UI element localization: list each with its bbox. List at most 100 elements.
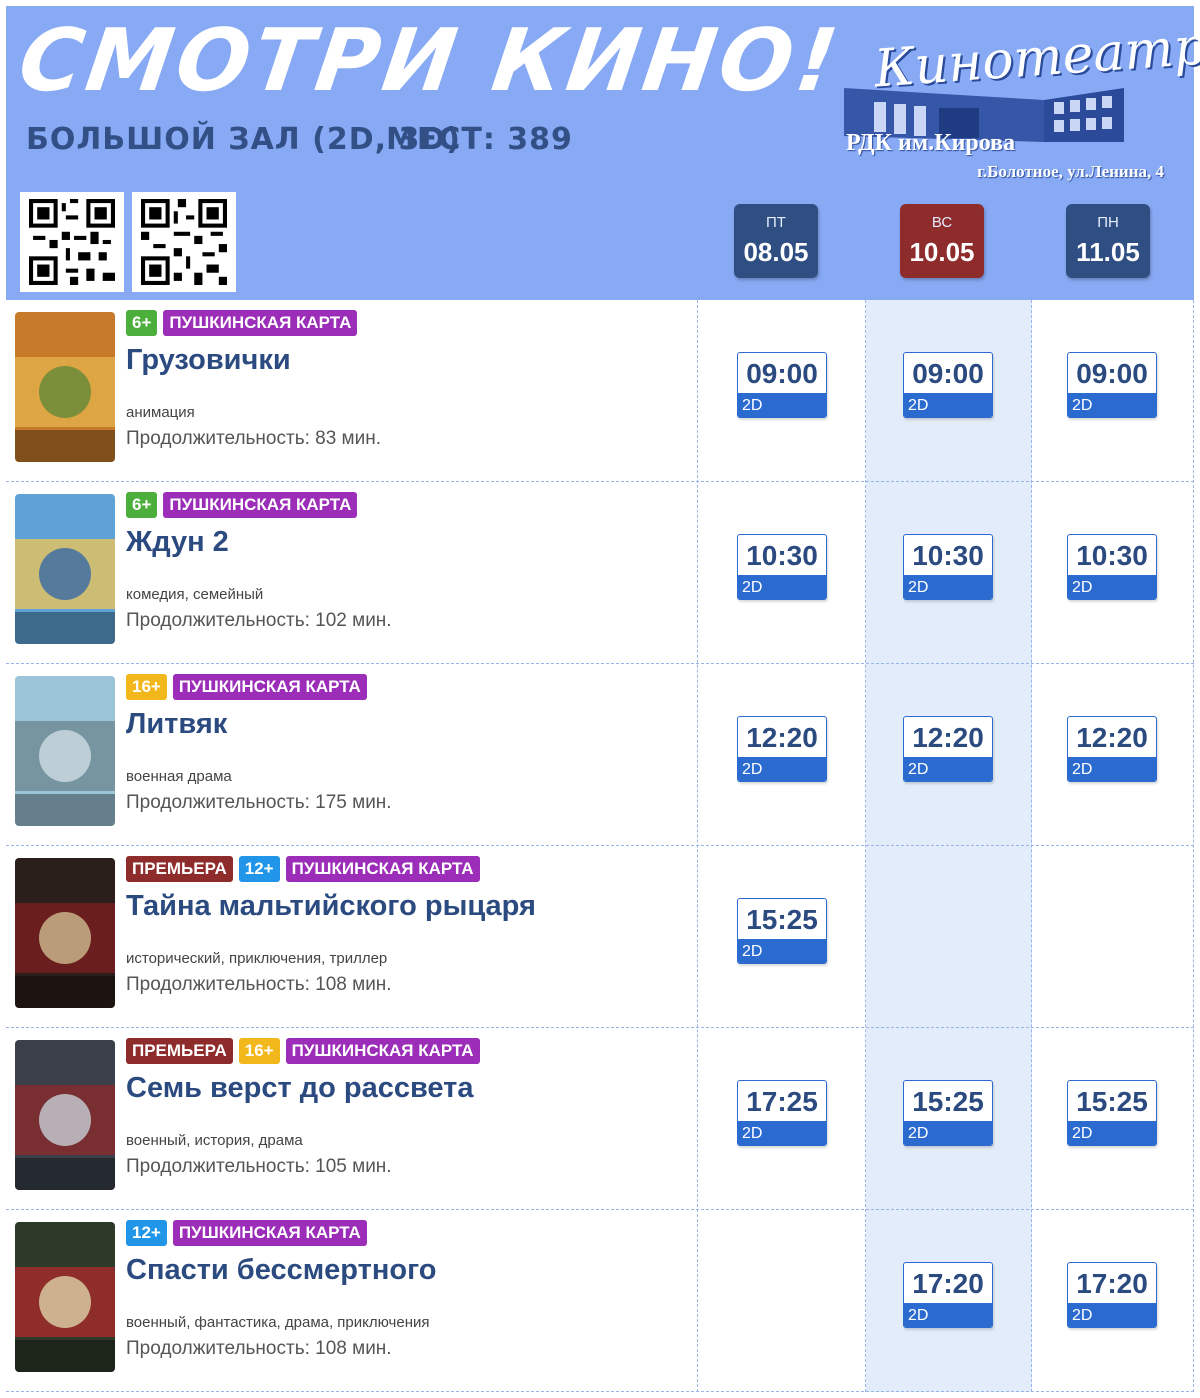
showtime-format: 2D [1068,575,1156,599]
showtime-button[interactable]: 09:00 2D [903,352,993,418]
showtime-format: 2D [904,1303,992,1327]
movie-genre: военный, история, драма [126,1132,303,1149]
showtime-time: 12:20 [746,722,818,753]
pushkin-card-badge: ПУШКИНСКАЯ КАРТА [163,492,358,518]
showtime-time: 12:20 [1076,722,1148,753]
premiere-badge: ПРЕМЬЕРА [126,856,233,882]
poster-image [15,312,115,462]
movie-duration: Продолжительность: 108 мин. [126,974,392,995]
day-of-week: ВС [931,214,953,231]
showtime-button[interactable]: 12:20 2D [1067,716,1157,782]
pushkin-card-badge: ПУШКИНСКАЯ КАРТА [172,1220,367,1246]
showtime-button[interactable]: 15:25 2D [737,898,827,964]
movie-title[interactable]: Грузовички [126,344,291,377]
movie-genre: комедия, семейный [126,586,264,603]
movie-poster[interactable] [15,1040,115,1190]
badge-group: ПРЕМЬЕРА 12+ ПУШКИНСКАЯ КАРТА [126,856,480,882]
movie-row: ПРЕМЬЕРА 16+ ПУШКИНСКАЯ КАРТА Семь верст до… [6,1028,1194,1210]
movie-poster[interactable] [15,312,115,462]
age-rating-badge: 12+ [126,1220,167,1246]
movie-title[interactable]: Семь верст до рассвета [126,1072,474,1105]
movie-poster[interactable] [15,1222,115,1372]
showtime-button[interactable]: 10:30 2D [903,534,993,600]
schedule-grid: 6+ ПУШКИНСКАЯ КАРТА Грузовички анимация Прод… [6,300,1194,1392]
cinema-name: РДК им.Кирова [846,130,1016,156]
movie-poster[interactable] [15,494,115,644]
movie-row: 16+ ПУШКИНСКАЯ КАРТА Литвяк военная драма Пр… [6,664,1194,846]
showtime-button[interactable]: 15:25 2D [1067,1080,1157,1146]
day-date: 10.05 [909,237,975,267]
showtime-button[interactable]: 17:20 2D [1067,1262,1157,1328]
showtime-button[interactable]: 12:20 2D [903,716,993,782]
day-header: ПТ 08.05 [734,204,818,278]
badge-group: 12+ ПУШКИНСКАЯ КАРТА [126,1220,367,1246]
showtime-format: 2D [1068,393,1156,417]
showtime-time: 15:25 [746,904,818,935]
badge-group: 16+ ПУШКИНСКАЯ КАРТА [126,674,367,700]
poster-image [15,676,115,826]
showtime-format: 2D [904,1121,992,1145]
badge-group: ПРЕМЬЕРА 16+ ПУШКИНСКАЯ КАРТА [126,1038,480,1064]
movie-duration: Продолжительность: 83 мин. [126,428,382,449]
showtime-format: 2D [1068,1121,1156,1145]
movie-row: 6+ ПУШКИНСКАЯ КАРТА Грузовички анимация Прод… [6,300,1194,482]
seats-label: МЕСТ: 389 [386,122,573,157]
showtime-time: 17:25 [746,1086,818,1117]
movie-genre: военный, фантастика, драма, приключения [126,1314,430,1331]
showtime-time: 10:30 [912,540,984,571]
showtime-button[interactable]: 17:20 2D [903,1262,993,1328]
poster-image [15,858,115,1008]
showtime-button[interactable]: 10:30 2D [1067,534,1157,600]
pushkin-card-badge: ПУШКИНСКАЯ КАРТА [163,310,358,336]
showtime-format: 2D [904,757,992,781]
showtime-button[interactable]: 09:00 2D [737,352,827,418]
showtime-time: 09:00 [1076,358,1148,389]
showtime-format: 2D [904,393,992,417]
showtime-time: 10:30 [1076,540,1148,571]
showtime-time: 09:00 [746,358,818,389]
movie-poster[interactable] [15,858,115,1008]
schedule-page: СМОТРИ КИНО! БОЛЬШОЙ ЗАЛ (2D, 3D) МЕСТ: … [0,0,1200,1398]
showtime-format: 2D [904,575,992,599]
movie-title[interactable]: Тайна мальтийского рыцаря [126,890,536,923]
showtime-button[interactable]: 09:00 2D [1067,352,1157,418]
showtime-format: 2D [1068,1303,1156,1327]
poster-image [15,494,115,644]
qr-code-icon [29,199,115,285]
movie-title[interactable]: Ждун 2 [126,526,229,559]
movie-duration: Продолжительность: 175 мин. [126,792,392,813]
showtime-button[interactable]: 12:20 2D [737,716,827,782]
movie-row: 12+ ПУШКИНСКАЯ КАРТА Спасти бессмертного во… [6,1210,1194,1392]
qr-code[interactable] [20,192,124,292]
showtime-format: 2D [738,1121,826,1145]
movie-duration: Продолжительность: 108 мин. [126,1338,392,1359]
showtime-time: 09:00 [912,358,984,389]
movie-duration: Продолжительность: 105 мин. [126,1156,392,1177]
movie-row: ПРЕМЬЕРА 12+ ПУШКИНСКАЯ КАРТА Тайна мальтий… [6,846,1194,1028]
movie-title[interactable]: Литвяк [126,708,227,741]
movie-title[interactable]: Спасти бессмертного [126,1254,436,1287]
age-rating-badge: 6+ [126,492,158,518]
pushkin-card-badge: ПУШКИНСКАЯ КАРТА [285,1038,480,1064]
qr-code[interactable] [132,192,236,292]
badge-group: 6+ ПУШКИНСКАЯ КАРТА [126,492,358,518]
day-of-week: ПТ [766,214,786,231]
movie-poster[interactable] [15,676,115,826]
movie-row: 6+ ПУШКИНСКАЯ КАРТА Ждун 2 комедия, семейны… [6,482,1194,664]
showtime-time: 15:25 [912,1086,984,1117]
showtime-time: 10:30 [746,540,818,571]
page-title: СМОТРИ КИНО! [13,11,848,111]
showtime-format: 2D [738,393,826,417]
qr-code-icon [141,199,227,285]
movie-genre: военная драма [126,768,232,785]
header: СМОТРИ КИНО! БОЛЬШОЙ ЗАЛ (2D, 3D) МЕСТ: … [6,6,1200,300]
age-rating-badge: 6+ [126,310,158,336]
poster-image [15,1040,115,1190]
premiere-badge: ПРЕМЬЕРА [126,1038,233,1064]
day-of-week: ПН [1097,214,1119,231]
showtime-button[interactable]: 10:30 2D [737,534,827,600]
showtime-button[interactable]: 15:25 2D [903,1080,993,1146]
showtime-format: 2D [738,757,826,781]
showtime-format: 2D [738,939,826,963]
showtime-button[interactable]: 17:25 2D [737,1080,827,1146]
